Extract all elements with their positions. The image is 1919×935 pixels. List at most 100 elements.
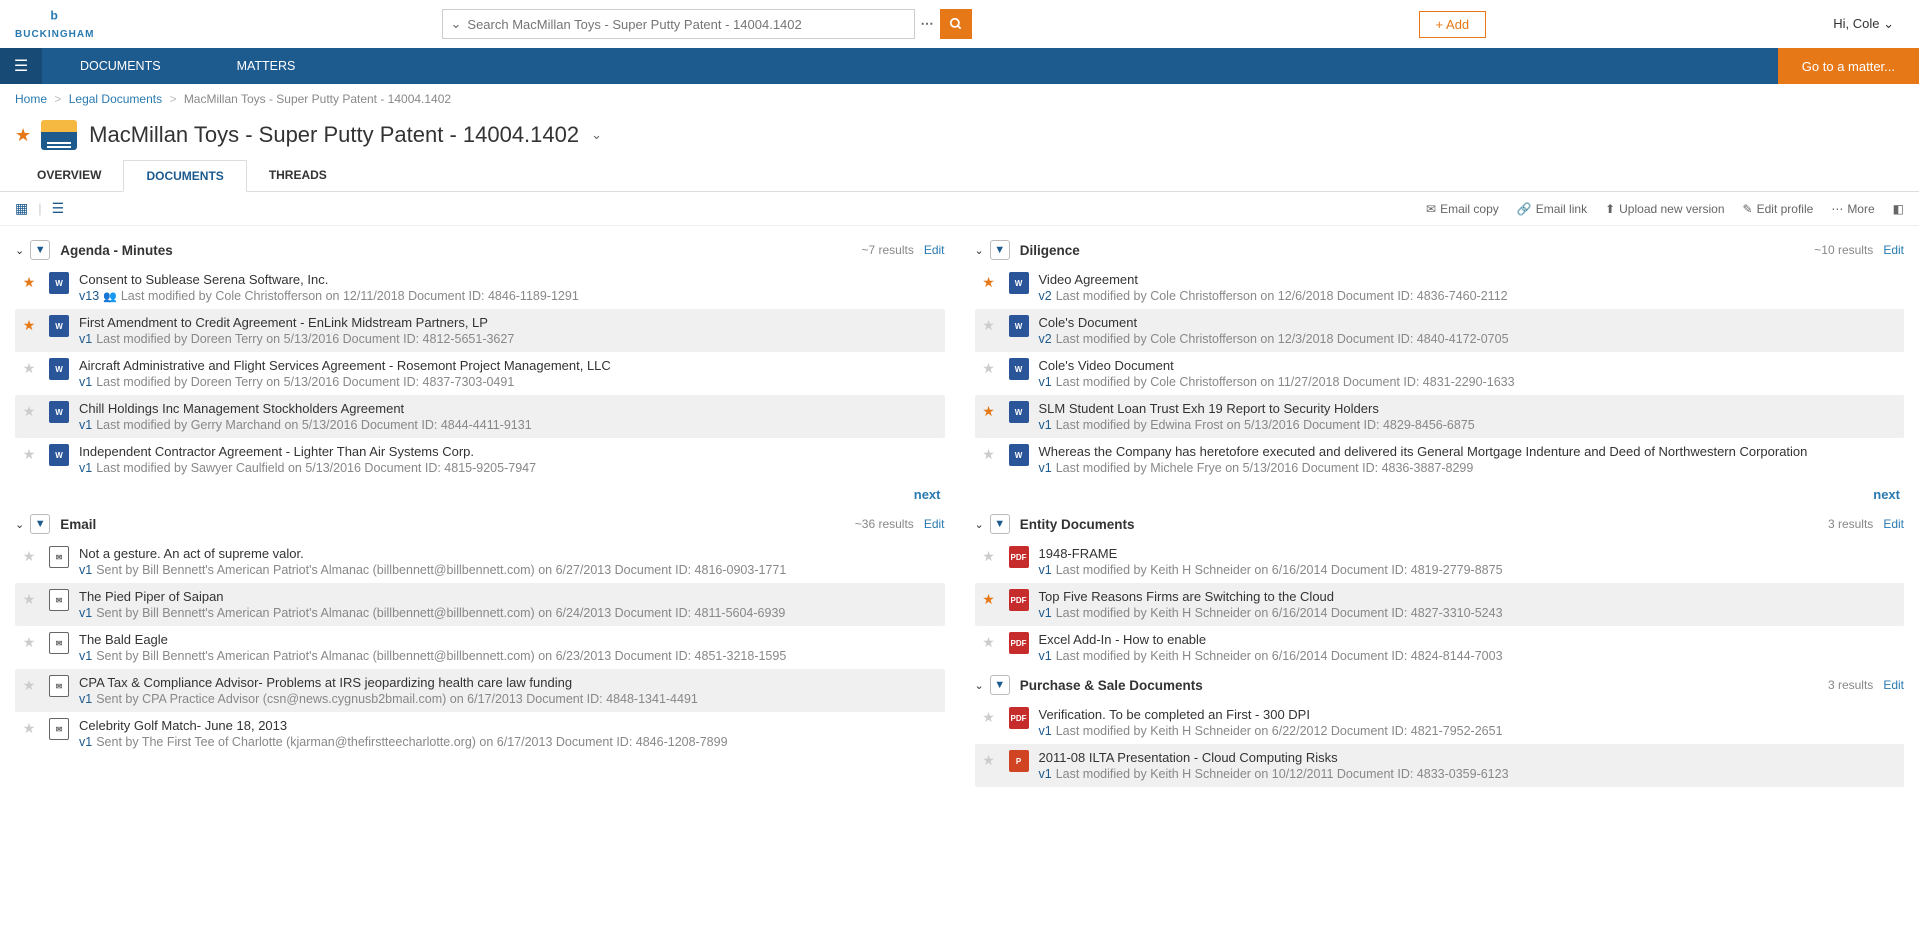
document-row[interactable]: ★WWhereas the Company has heretofore exe… [975,438,1905,481]
star-icon[interactable]: ★ [979,315,999,346]
document-title[interactable]: Cole's Document [1039,315,1901,330]
filter-icon[interactable]: ▼ [990,675,1010,695]
document-title[interactable]: Top Five Reasons Firms are Switching to … [1039,589,1901,604]
collapse-toggle-icon[interactable]: ⌄ [15,518,24,531]
collapse-toggle-icon[interactable]: ⌄ [975,244,984,257]
document-row[interactable]: ★P2011-08 ILTA Presentation - Cloud Comp… [975,744,1905,787]
version-link[interactable]: v1 [1039,767,1052,781]
breadcrumb-home[interactable]: Home [15,92,47,106]
view-list-icon[interactable]: ☰ [52,200,65,217]
filter-icon[interactable]: ▼ [990,514,1010,534]
document-title[interactable]: Whereas the Company has heretofore execu… [1039,444,1901,459]
collapse-toggle-icon[interactable]: ⌄ [15,244,24,257]
user-menu[interactable]: Hi, Cole ⌄ [1833,16,1904,32]
page-menu-chevron-icon[interactable]: ⌄ [591,127,602,143]
star-icon[interactable]: ★ [979,632,999,663]
star-icon[interactable]: ★ [19,358,39,389]
version-link[interactable]: v1 [79,692,92,706]
document-row[interactable]: ★WChill Holdings Inc Management Stockhol… [15,395,945,438]
version-link[interactable]: v1 [1039,649,1052,663]
star-icon[interactable]: ★ [979,272,999,303]
version-link[interactable]: v2 [1039,332,1052,346]
document-title[interactable]: Not a gesture. An act of supreme valor. [79,546,941,561]
document-title[interactable]: First Amendment to Credit Agreement - En… [79,315,941,330]
collapse-toggle-icon[interactable]: ⌄ [975,518,984,531]
nav-matters[interactable]: MATTERS [199,48,334,84]
document-title[interactable]: The Pied Piper of Saipan [79,589,941,604]
star-icon[interactable]: ★ [19,675,39,706]
star-icon[interactable]: ★ [19,546,39,577]
document-row[interactable]: ★✉Not a gesture. An act of supreme valor… [15,540,945,583]
document-title[interactable]: Cole's Video Document [1039,358,1901,373]
star-icon[interactable]: ★ [19,272,39,303]
view-grid-icon[interactable]: ▦ [15,200,28,217]
document-title[interactable]: Verification. To be completed an First -… [1039,707,1901,722]
version-link[interactable]: v1 [1039,418,1052,432]
add-button[interactable]: + Add [1419,11,1487,38]
document-title[interactable]: Celebrity Golf Match- June 18, 2013 [79,718,941,733]
version-link[interactable]: v1 [1039,563,1052,577]
search-options-icon[interactable]: ⋯ [921,16,934,32]
document-title[interactable]: Chill Holdings Inc Management Stockholde… [79,401,941,416]
version-link[interactable]: v13 [79,289,99,303]
tab-overview[interactable]: OVERVIEW [15,160,123,191]
star-icon[interactable]: ★ [19,315,39,346]
document-row[interactable]: ★WFirst Amendment to Credit Agreement - … [15,309,945,352]
version-link[interactable]: v1 [79,461,92,475]
document-title[interactable]: Video Agreement [1039,272,1901,287]
next-link[interactable]: next [914,487,941,502]
document-title[interactable]: Consent to Sublease Serena Software, Inc… [79,272,941,287]
version-link[interactable]: v1 [79,375,92,389]
document-row[interactable]: ★PDFTop Five Reasons Firms are Switching… [975,583,1905,626]
document-row[interactable]: ★PDF1948-FRAMEv1Last modified by Keith H… [975,540,1905,583]
tab-documents[interactable]: DOCUMENTS [123,160,246,192]
document-title[interactable]: Independent Contractor Agreement - Light… [79,444,941,459]
filter-icon[interactable]: ▼ [30,514,50,534]
document-title[interactable]: Excel Add-In - How to enable [1039,632,1901,647]
section-edit-link[interactable]: Edit [1883,678,1904,692]
tab-threads[interactable]: THREADS [247,160,349,191]
action-more[interactable]: ⋯More [1831,202,1874,216]
document-row[interactable]: ★WCole's Documentv2Last modified by Cole… [975,309,1905,352]
star-icon[interactable]: ★ [19,718,39,749]
document-row[interactable]: ★WVideo Agreementv2Last modified by Cole… [975,266,1905,309]
document-row[interactable]: ★PDFVerification. To be completed an Fir… [975,701,1905,744]
search-input[interactable] [467,17,905,32]
panel-toggle-icon[interactable]: ◧ [1893,202,1904,216]
version-link[interactable]: v1 [1039,461,1052,475]
star-icon[interactable]: ★ [979,444,999,475]
action-edit-profile[interactable]: ✎Edit profile [1743,202,1814,216]
document-row[interactable]: ★WCole's Video Documentv1Last modified b… [975,352,1905,395]
star-icon[interactable]: ★ [19,444,39,475]
star-icon[interactable]: ★ [979,358,999,389]
filter-icon[interactable]: ▼ [30,240,50,260]
document-row[interactable]: ★WAircraft Administrative and Flight Ser… [15,352,945,395]
version-link[interactable]: v1 [79,735,92,749]
document-row[interactable]: ★✉CPA Tax & Compliance Advisor- Problems… [15,669,945,712]
filter-icon[interactable]: ▼ [990,240,1010,260]
chevron-down-icon[interactable]: ⌄ [451,16,462,32]
action-upload[interactable]: ⬆Upload new version [1605,202,1724,216]
section-edit-link[interactable]: Edit [924,517,945,531]
version-link[interactable]: v1 [79,332,92,346]
version-link[interactable]: v1 [1039,724,1052,738]
document-title[interactable]: 1948-FRAME [1039,546,1901,561]
version-link[interactable]: v1 [79,418,92,432]
version-link[interactable]: v1 [1039,606,1052,620]
star-icon[interactable]: ★ [19,589,39,620]
document-row[interactable]: ★✉Celebrity Golf Match- June 18, 2013v1S… [15,712,945,755]
version-link[interactable]: v1 [79,649,92,663]
document-row[interactable]: ★WIndependent Contractor Agreement - Lig… [15,438,945,481]
document-title[interactable]: CPA Tax & Compliance Advisor- Problems a… [79,675,941,690]
document-title[interactable]: Aircraft Administrative and Flight Servi… [79,358,941,373]
section-edit-link[interactable]: Edit [924,243,945,257]
next-link[interactable]: next [1873,487,1900,502]
search-button[interactable] [940,9,972,39]
version-link[interactable]: v1 [1039,375,1052,389]
breadcrumb-legal[interactable]: Legal Documents [69,92,162,106]
goto-matter-button[interactable]: Go to a matter... [1778,48,1919,84]
star-icon[interactable]: ★ [979,546,999,577]
document-row[interactable]: ★WConsent to Sublease Serena Software, I… [15,266,945,309]
document-title[interactable]: SLM Student Loan Trust Exh 19 Report to … [1039,401,1901,416]
star-icon[interactable]: ★ [979,401,999,432]
